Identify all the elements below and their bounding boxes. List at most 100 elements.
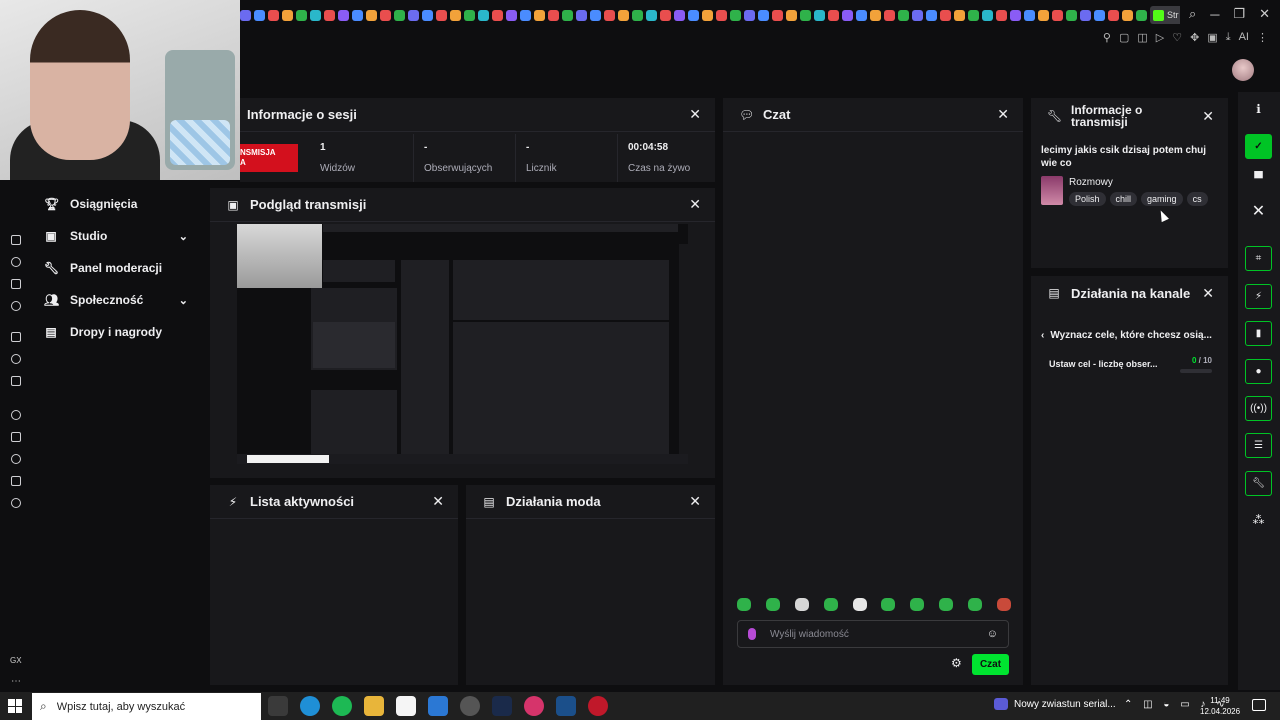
browser-tab-favicon-icon[interactable] [898,9,909,21]
browser-tab-favicon-icon[interactable] [884,9,895,21]
taskbar-search[interactable]: ⌕ [32,693,261,720]
browser-tab-strip[interactable]: Str [240,6,1180,24]
edge-icon[interactable] [300,696,320,716]
browser-tab-favicon-icon[interactable] [814,9,825,21]
emote-icon[interactable] [852,598,867,611]
browser-tab-favicon-icon[interactable] [1136,9,1147,21]
layout-icon[interactable]: ▀ [1245,168,1272,188]
taskbar-notification[interactable]: Nowy zwiastun serial... [994,698,1116,710]
settings-rail-icon[interactable] [11,498,21,508]
browser-tab-favicon-icon[interactable] [366,9,377,21]
browser-tab-favicon-icon[interactable] [338,9,349,21]
close-icon[interactable]: ✕ [689,493,701,510]
browser-tab-favicon-icon[interactable] [716,9,727,21]
goal-item[interactable]: Ustaw cel - liczbę obser... 0 / 10 [1049,356,1212,373]
browser-tab-favicon-icon[interactable] [926,9,937,21]
browser-tab-favicon-icon[interactable] [240,9,251,21]
heart-icon[interactable]: ♡ [1172,31,1182,44]
twitch-icon[interactable] [11,332,21,342]
menu-dots-icon[interactable]: ⋮ [1257,31,1268,44]
gallery-icon[interactable] [11,279,21,289]
send-icon[interactable] [11,432,21,442]
close-icon[interactable]: ✕ [1202,108,1214,125]
browser-tab-favicon-icon[interactable] [1094,9,1105,21]
file-explorer-icon[interactable] [364,696,384,716]
browser-tab-favicon-icon[interactable] [1080,9,1091,21]
messenger-icon[interactable] [11,354,21,364]
browser-tab-favicon-icon[interactable] [870,9,881,21]
browser-tab-favicon-icon[interactable] [1024,9,1035,21]
ai-label[interactable]: AI [1239,31,1249,43]
browser-tab-favicon-icon[interactable] [422,9,433,21]
browser-tab-favicon-icon[interactable] [646,9,657,21]
windows-start-icon[interactable] [8,699,22,713]
emote-icon[interactable] [968,598,982,611]
chat-input-box[interactable]: ☺ [737,620,1009,648]
browser-tab-favicon-icon[interactable] [296,9,307,21]
stream-preview-video[interactable] [237,224,688,464]
profile-thumb-icon[interactable]: ▣ [1207,31,1217,44]
browser-tab-favicon-icon[interactable] [744,9,755,21]
browser-tab-favicon-icon[interactable] [1066,9,1077,21]
emote-icon[interactable] [910,598,925,611]
browser-tab-favicon-icon[interactable] [828,9,839,21]
user-avatar[interactable] [1232,59,1254,81]
more-icon[interactable]: ⋯ [11,676,21,687]
store-icon[interactable] [396,696,416,716]
extensions-rail-icon[interactable] [11,476,21,486]
close-icon[interactable]: ✕ [1202,285,1214,302]
browser-tab-favicon-icon[interactable] [492,9,503,21]
microphone-icon[interactable] [748,628,756,640]
browser-tab-favicon-icon[interactable] [772,9,783,21]
checkmark-icon[interactable]: ✓ [1245,134,1272,159]
taskbar-search-input[interactable] [56,700,261,713]
browser-tab-favicon-icon[interactable] [562,9,573,21]
search-icon[interactable]: ⌕ [1189,6,1196,22]
browser-tab-favicon-icon[interactable] [968,9,979,21]
wallet-icon[interactable] [11,235,21,245]
task-view-icon[interactable] [268,696,288,716]
browser-tab-favicon-icon[interactable] [604,9,615,21]
wrench-icon[interactable]: 🔧︎ [1245,471,1272,496]
chat-message-input[interactable] [770,628,987,640]
taskbar-clock[interactable]: 11:49 12.04.2026 [1200,695,1240,717]
emote-icon[interactable] [939,598,954,611]
browser-tab-favicon-icon[interactable] [282,9,293,21]
browser-tab-favicon-icon[interactable] [996,9,1007,21]
browser-active-tab[interactable]: Str [1150,6,1180,24]
browser-tab-favicon-icon[interactable] [730,9,741,21]
browser-tab-favicon-icon[interactable] [1122,9,1133,21]
browser-tab-favicon-icon[interactable] [548,9,559,21]
nav-item-achievements[interactable]: 🏆︎ Osiągnięcia [34,188,204,220]
lightning-icon[interactable]: ⚡︎ [1245,284,1272,309]
notification-center-icon[interactable] [1252,699,1266,711]
browser-tab-favicon-icon[interactable] [534,9,545,21]
browser-tab-favicon-icon[interactable] [310,9,321,21]
browser-tab-favicon-icon[interactable] [506,9,517,21]
nav-item-community[interactable]: 👥︎ Społeczność ⌄ [34,284,204,316]
browser-tab-favicon-icon[interactable] [478,9,489,21]
browser-tab-favicon-icon[interactable] [576,9,587,21]
game-launcher-icon[interactable] [492,696,512,716]
goals-back-link[interactable]: ‹ Wyznacz cele, które chcesz osią... [1041,330,1212,341]
emote-icon[interactable] [881,598,896,611]
browser-tab-favicon-icon[interactable] [394,9,405,21]
emote-icon[interactable] [794,598,809,611]
minimize-icon[interactable]: ─ [1210,7,1219,22]
crop-icon[interactable]: ◫ [1137,31,1147,44]
category-box-art[interactable] [1041,176,1063,205]
tag-pill[interactable]: Polish [1069,192,1106,206]
browser-tab-favicon-icon[interactable] [912,9,923,21]
category-name[interactable]: Rozmowy [1069,177,1113,188]
browser-tab-favicon-icon[interactable] [254,9,265,21]
emote-icon[interactable] [823,598,838,611]
restore-icon[interactable]: ❐ [1233,6,1245,22]
browser-tab-favicon-icon[interactable] [842,9,853,21]
chat-send-button[interactable]: Czat [972,654,1009,675]
browser-tab-favicon-icon[interactable] [982,9,993,21]
browser-tab-favicon-icon[interactable] [688,9,699,21]
broadcast-icon[interactable]: ((•)) [1245,396,1272,421]
instagram-icon[interactable] [11,376,21,386]
extensions-icon[interactable]: ✥ [1190,31,1199,44]
browser-tab-favicon-icon[interactable] [954,9,965,21]
